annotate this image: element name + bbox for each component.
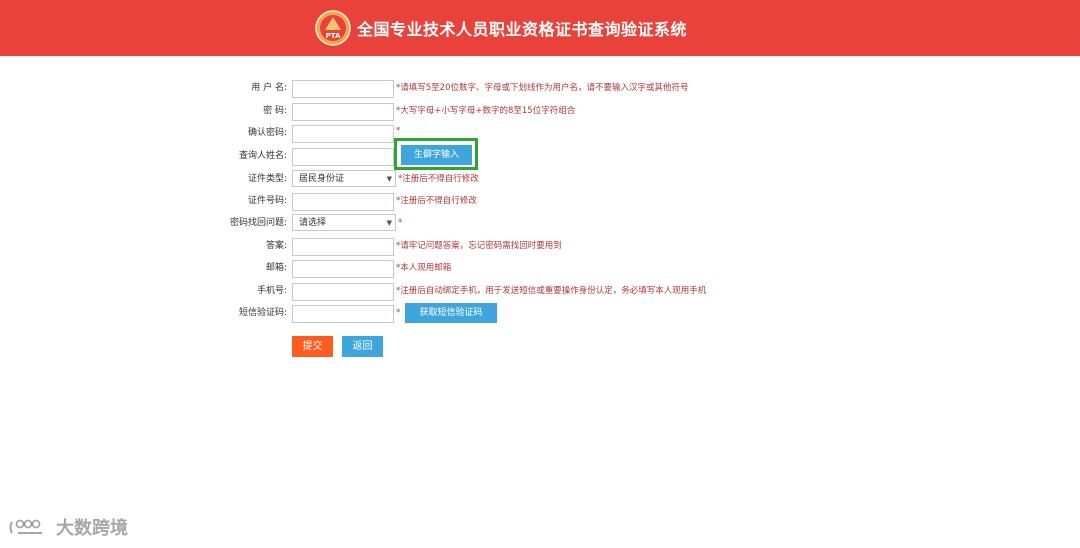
sms-code-input[interactable]: [292, 305, 394, 323]
id-type-selected: 居民身份证: [299, 174, 345, 184]
username-hint: *请填写5至20位数字、字母或下划线作为用户名，请不要输入汉字或其他符号: [396, 83, 689, 93]
chevron-down-icon: ▼: [386, 175, 392, 183]
id-type-hint: *注册后不得自行修改: [398, 174, 479, 184]
id-number-label: 证件号码:: [247, 196, 287, 206]
username-label: 用 户 名:: [251, 83, 287, 93]
phone-hint: *注册后自动绑定手机，用于发送短信或重要操作身份认定，务必填写本人现用手机: [396, 286, 707, 296]
security-question-select[interactable]: 请选择 ▼: [292, 214, 396, 231]
password-hint: *大写字母+小写字母+数字的8至15位字符组合: [396, 106, 576, 116]
id-number-hint: *注册后不得自行修改: [396, 196, 477, 206]
id-number-input[interactable]: [292, 193, 394, 211]
email-label: 邮箱:: [265, 263, 287, 273]
confirm-password-input[interactable]: [292, 125, 394, 143]
password-input[interactable]: [292, 103, 394, 121]
logo-text: PTA: [326, 32, 341, 40]
get-sms-code-button[interactable]: 获取短信验证码: [405, 303, 497, 323]
watermark-text: 大数跨境: [56, 518, 128, 539]
sms-code-hint: *: [396, 308, 401, 318]
security-question-selected: 请选择: [299, 218, 327, 228]
site-title: 全国专业技术人员职业资格证书查询验证系统: [357, 20, 688, 39]
security-question-hint: *: [398, 218, 403, 228]
sms-code-label: 短信验证码:: [238, 308, 287, 318]
email-input[interactable]: [292, 260, 394, 278]
answer-label: 答案:: [265, 241, 287, 251]
top-header-bar: PTA 全国专业技术人员职业资格证书查询验证系统: [0, 0, 1080, 56]
name-input[interactable]: [292, 148, 394, 166]
phone-input[interactable]: [292, 283, 394, 301]
name-label: 查询人姓名:: [238, 151, 287, 161]
back-button[interactable]: 返回: [342, 336, 383, 357]
id-type-select[interactable]: 居民身份证 ▼: [292, 170, 396, 187]
id-type-label: 证件类型:: [247, 174, 287, 184]
username-input[interactable]: [292, 80, 394, 98]
answer-hint: *请牢记问题答案，忘记密码需找回时要用到: [396, 241, 562, 251]
phone-label: 手机号:: [256, 286, 287, 296]
submit-button[interactable]: 提交: [292, 336, 333, 357]
watermark: 大数跨境: [8, 514, 128, 540]
watermark-logo-icon: [9, 519, 42, 534]
confirm-password-label: 确认密码:: [247, 128, 287, 138]
email-hint: *本人现用邮箱: [396, 263, 452, 273]
rare-char-input-button[interactable]: 生僻字输入: [401, 145, 472, 165]
pta-logo: PTA: [315, 10, 351, 46]
answer-input[interactable]: [292, 238, 394, 256]
password-label: 密 码:: [263, 106, 287, 116]
chevron-down-icon: ▼: [386, 219, 392, 227]
security-question-label: 密码找回问题:: [229, 218, 287, 228]
